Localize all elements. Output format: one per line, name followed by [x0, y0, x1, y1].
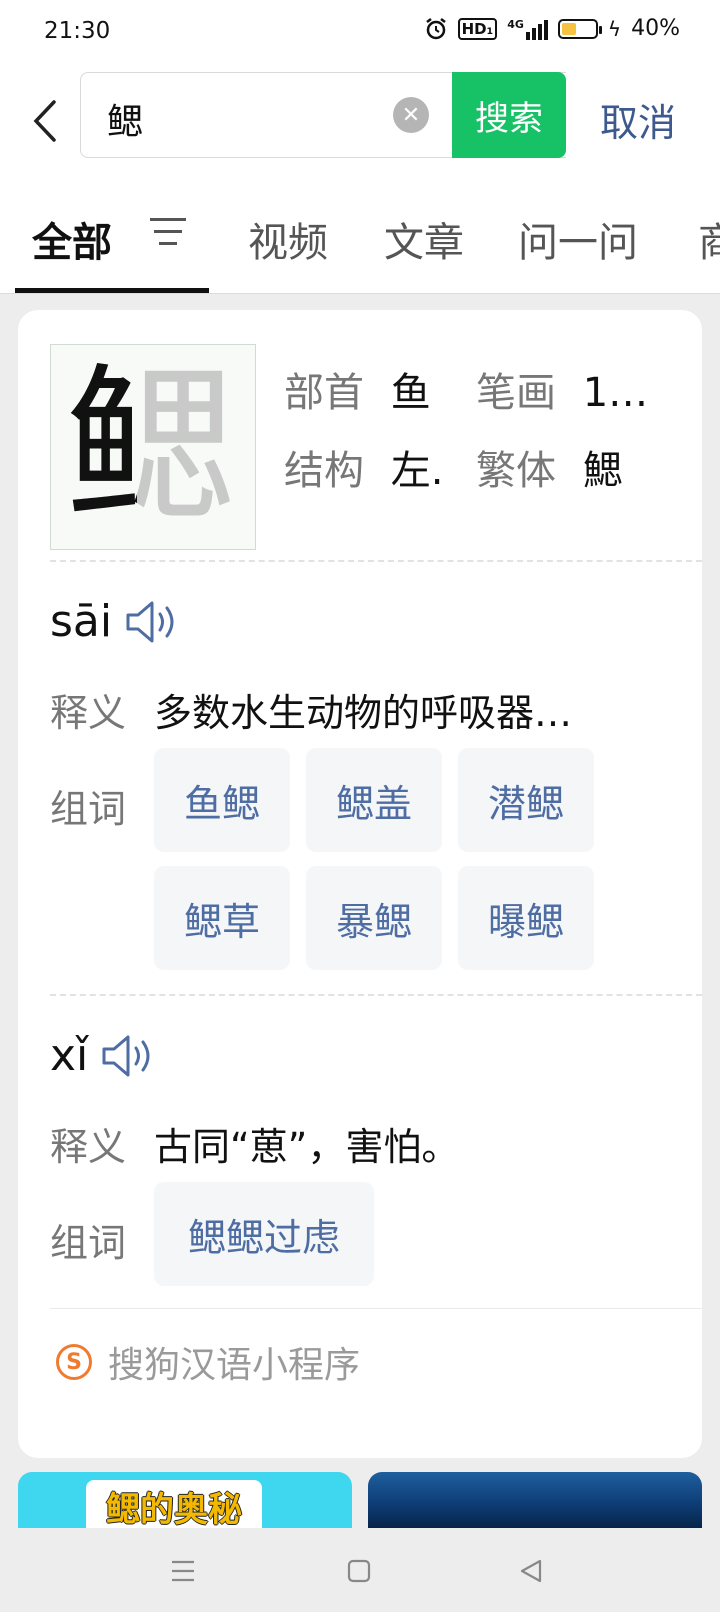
character-stroke-highlight: 鳃: [65, 353, 137, 543]
pinyin-xi: xǐ: [50, 1030, 89, 1081]
speaker-icon[interactable]: [100, 1032, 156, 1080]
word-chip[interactable]: 潜鳃: [458, 748, 594, 852]
pinyin-sai: sāi: [50, 596, 113, 647]
meaning-label: 释义: [50, 1125, 127, 1169]
status-icons: HD₁ 4G ϟ 40%: [424, 16, 680, 41]
search-query-text[interactable]: 鳃: [107, 93, 143, 145]
tab-shop[interactable]: 商: [698, 210, 720, 268]
hd-icon: HD₁: [457, 17, 498, 40]
source-label: 搜狗汉语小程序: [108, 1345, 361, 1386]
words-label: 组词: [50, 1221, 127, 1265]
structure-label: 结构: [284, 448, 364, 494]
video-thumbnail[interactable]: [368, 1472, 702, 1528]
tab-articles[interactable]: 文章: [384, 210, 464, 268]
charging-icon: ϟ: [607, 16, 622, 41]
traditional-label: 繁体: [476, 448, 556, 494]
word-chip[interactable]: 鳃盖: [306, 748, 442, 852]
active-tab-indicator: [15, 288, 209, 293]
clear-icon[interactable]: ✕: [393, 97, 429, 133]
divider: [50, 560, 702, 562]
thumbnail-title: 鳃的奥秘: [86, 1480, 262, 1528]
meaning-label: 释义: [50, 691, 127, 735]
character-stroke-image[interactable]: 鳃 鳃: [50, 344, 256, 550]
meaning-text: 古同“葸”，害怕。: [154, 1125, 460, 1169]
system-nav-bar: [0, 1528, 720, 1612]
divider: [50, 994, 702, 996]
tab-video[interactable]: 视频: [248, 210, 328, 268]
menu-icon[interactable]: [170, 1558, 196, 1584]
strokes-label: 笔画: [476, 370, 556, 416]
result-tabs: 全部 视频 文章 问一问 商: [0, 176, 720, 294]
status-time: 21:30: [44, 18, 111, 44]
network-generation: 4G: [507, 17, 524, 31]
sogou-logo-icon: S: [56, 1344, 92, 1380]
word-chip[interactable]: 鳃草: [154, 866, 290, 970]
structure-row: 结构 左.: [284, 438, 443, 496]
search-header: 鳃 ✕ 搜索 取消: [0, 66, 720, 176]
traditional-row: 繁体 鰓: [476, 438, 623, 496]
radical-value: 鱼: [390, 370, 431, 416]
battery-icon: [557, 18, 602, 39]
word-chip[interactable]: 曝鳃: [458, 866, 594, 970]
traditional-value: 鰓: [582, 448, 623, 494]
structure-value: 左.: [390, 448, 444, 494]
strokes-value: 1…: [582, 370, 649, 416]
source-link[interactable]: S 搜狗汉语小程序: [56, 1336, 360, 1388]
tab-all[interactable]: 全部: [32, 210, 112, 268]
meaning-text: 多数水生动物的呼吸器…: [154, 691, 573, 735]
radical-label: 部首: [284, 370, 364, 416]
status-bar: 21:30 HD₁ 4G ϟ 40%: [0, 0, 720, 66]
back-icon[interactable]: [518, 1558, 544, 1584]
radical-row: 部首 鱼: [284, 360, 431, 418]
home-icon[interactable]: [346, 1558, 372, 1584]
battery-percent: 40%: [631, 16, 680, 41]
word-chip[interactable]: 鱼鳃: [154, 748, 290, 852]
word-chip[interactable]: 鳃鳃过虑: [154, 1182, 374, 1286]
search-button[interactable]: 搜索: [452, 72, 566, 158]
signal-icon: 4G: [507, 18, 548, 40]
dictionary-card[interactable]: 鳃 鳃 部首 鱼 笔画 1… 结构 左. 繁体 鰓 sāi 释义 多数水生动物的…: [18, 310, 702, 1458]
speaker-icon[interactable]: [124, 598, 180, 646]
words-label: 组词: [50, 787, 127, 831]
filter-icon[interactable]: [150, 218, 186, 250]
strokes-row: 笔画 1…: [476, 360, 676, 418]
back-arrow-icon[interactable]: [26, 96, 66, 146]
divider: [50, 1308, 702, 1309]
tab-ask[interactable]: 问一问: [518, 210, 638, 268]
video-thumbnail[interactable]: 鳃的奥秘: [18, 1472, 352, 1528]
cancel-button[interactable]: 取消: [600, 92, 676, 147]
alarm-icon: [425, 17, 446, 39]
word-chip[interactable]: 暴鳃: [306, 866, 442, 970]
